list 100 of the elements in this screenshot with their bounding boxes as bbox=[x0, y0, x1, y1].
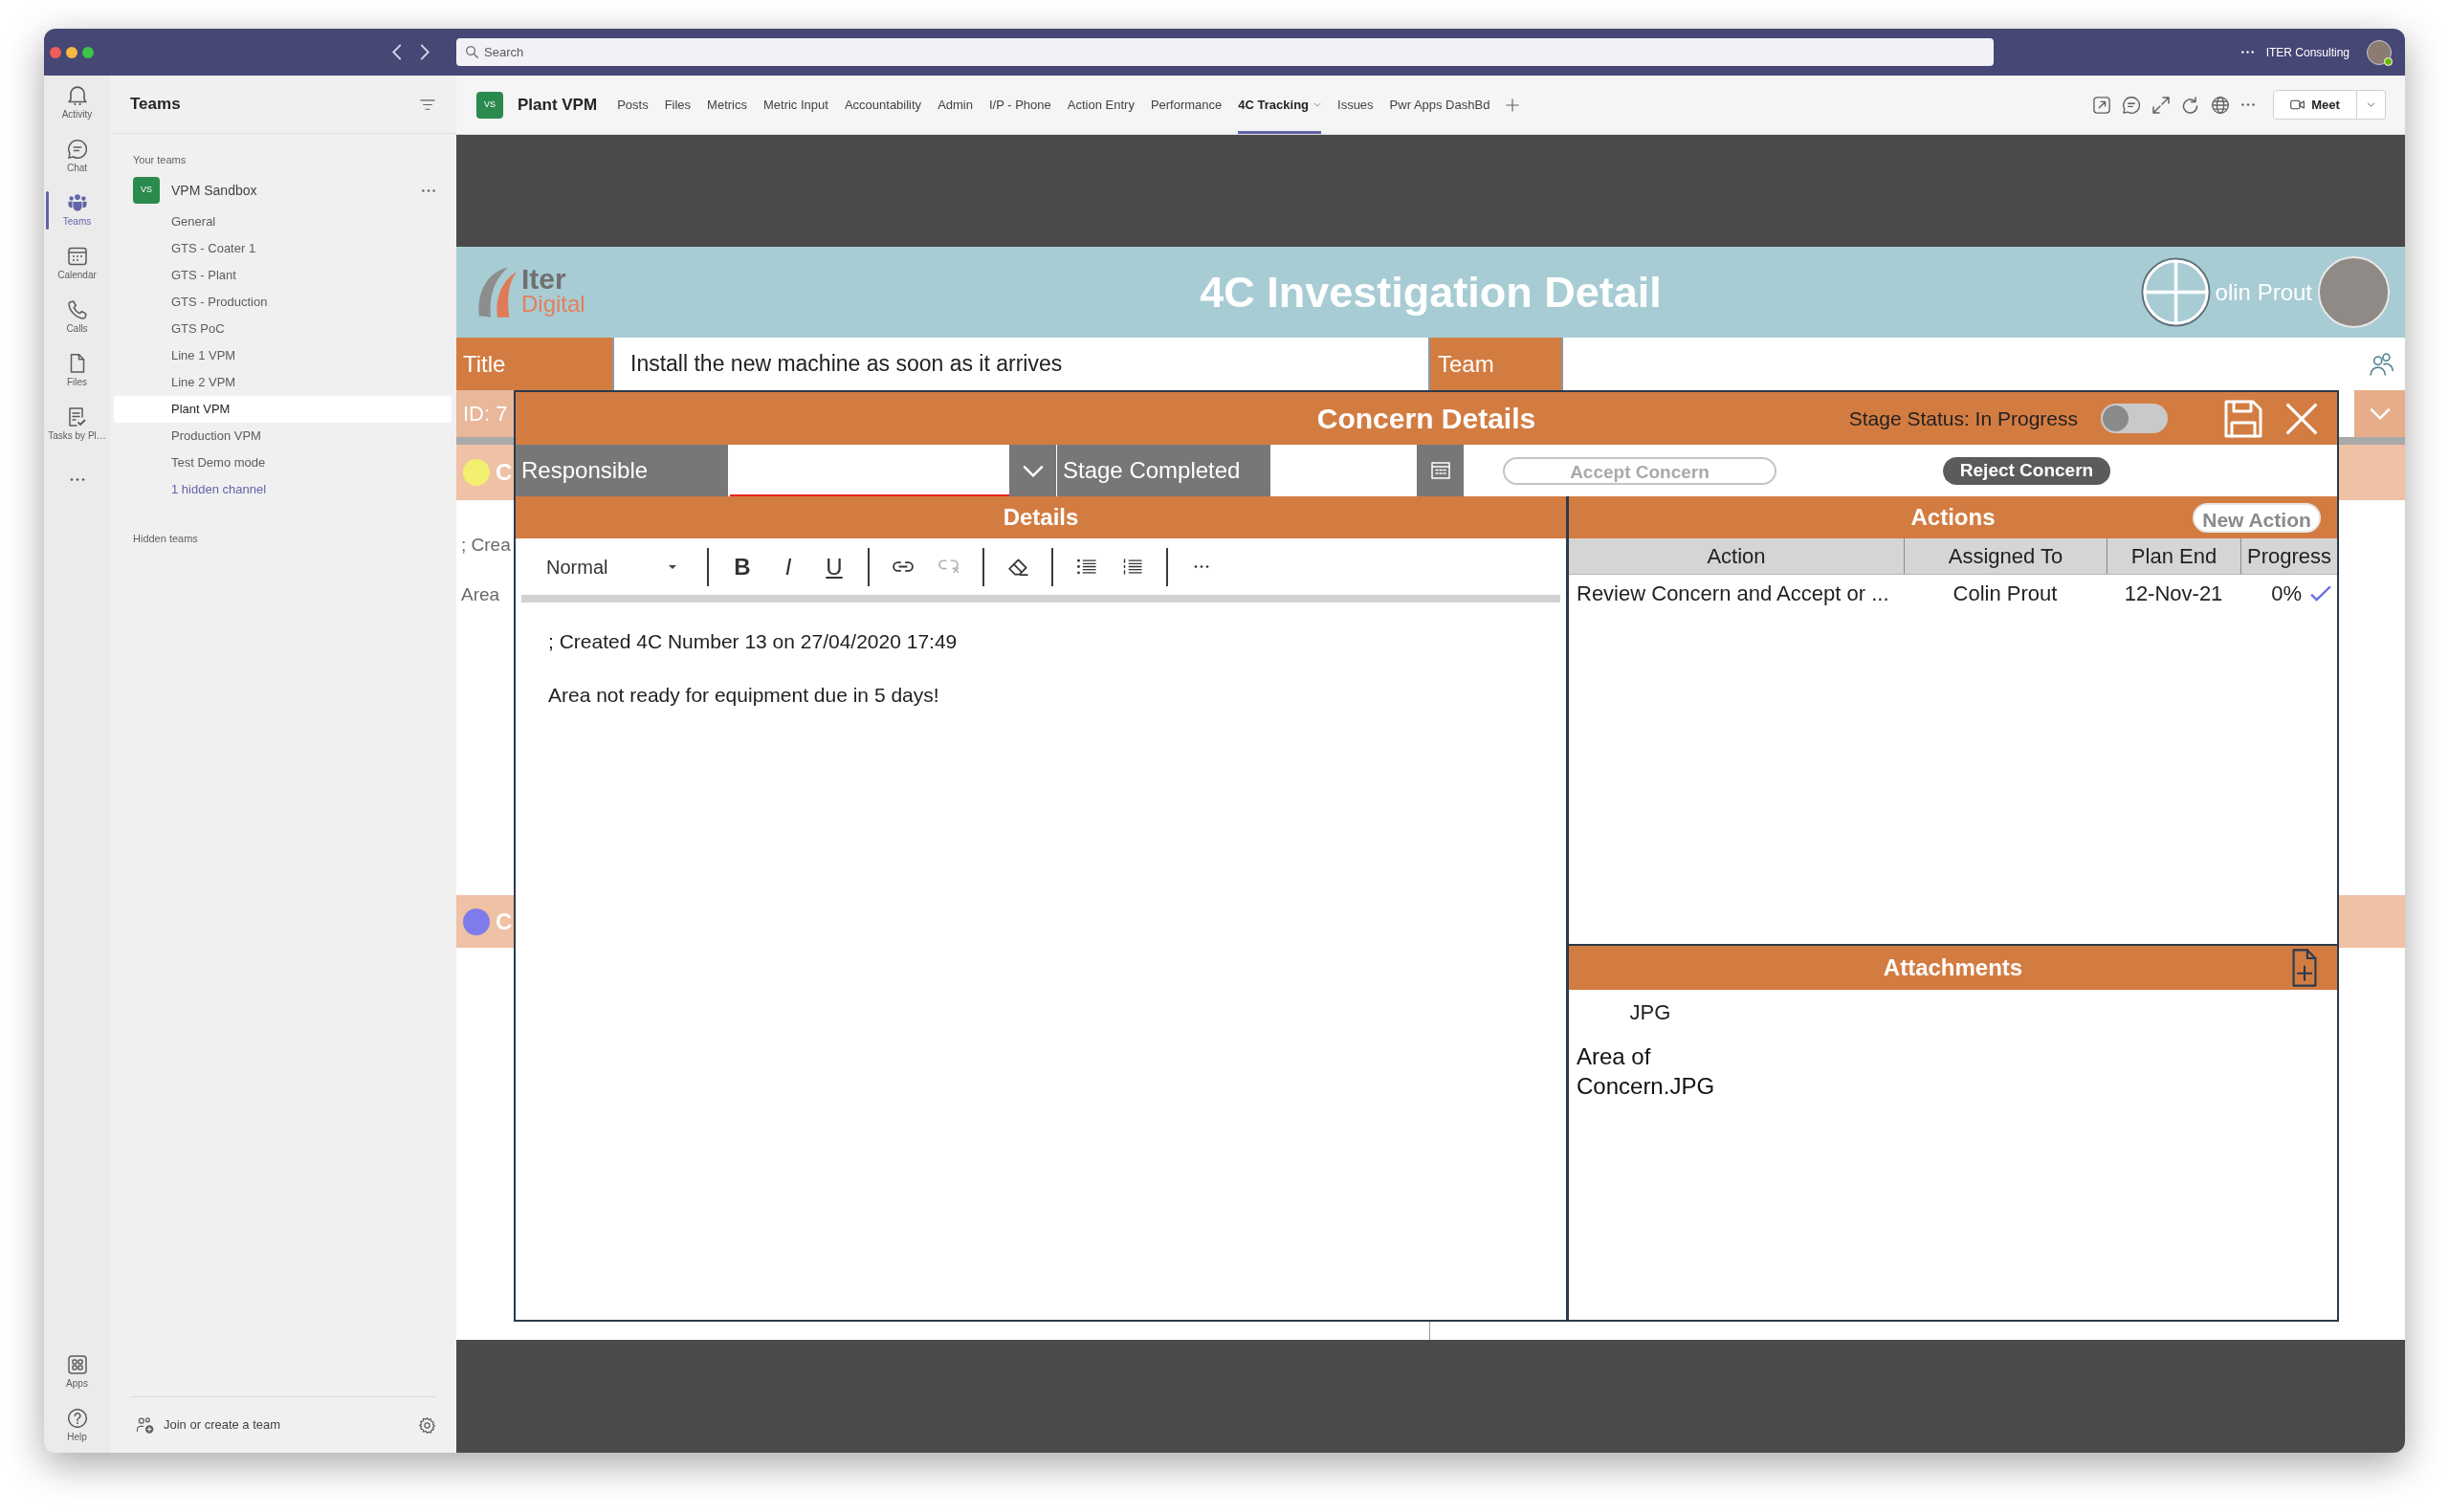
list-row bbox=[2339, 895, 2405, 948]
account-name[interactable]: ITER Consulting bbox=[2265, 43, 2350, 61]
channel-tab[interactable]: Files bbox=[664, 76, 692, 134]
back-icon[interactable] bbox=[392, 44, 402, 60]
more-icon[interactable] bbox=[69, 477, 85, 481]
style-dropdown[interactable]: Normal bbox=[516, 547, 707, 586]
channel-item[interactable]: GTS - Plant bbox=[114, 262, 452, 289]
table-cell-text: Review Concern and Accept or ... bbox=[1576, 581, 1890, 607]
rail-item[interactable]: Files bbox=[44, 344, 110, 398]
channel-item[interactable]: Production VPM bbox=[114, 423, 452, 449]
phone-icon bbox=[67, 300, 87, 319]
page-title: 4C Investigation Detail bbox=[1200, 271, 1662, 314]
save-icon[interactable] bbox=[2224, 399, 2262, 438]
channel-tab[interactable]: Performance bbox=[1150, 76, 1223, 134]
check-icon[interactable] bbox=[2310, 585, 2331, 602]
section-label: Your teams bbox=[132, 153, 188, 167]
channel-item[interactable]: GTS PoC bbox=[114, 316, 452, 342]
help-icon bbox=[67, 1409, 87, 1428]
team-avatar: VS bbox=[133, 177, 160, 204]
logo-text: Iter bbox=[521, 265, 567, 293]
channel-tab[interactable]: Posts bbox=[617, 76, 649, 134]
channel-item[interactable]: GTS - Coater 1 bbox=[114, 235, 452, 262]
more-icon[interactable] bbox=[422, 188, 435, 192]
join-team-button[interactable]: Join or create a team bbox=[137, 1415, 281, 1435]
channel-tab[interactable]: Pwr Apps DashBd bbox=[1389, 76, 1490, 134]
rail-item[interactable]: Teams bbox=[44, 184, 110, 237]
expand-icon[interactable] bbox=[2152, 96, 2170, 114]
table-cell-text: Colin Prout bbox=[1952, 581, 2059, 607]
zoom-window-icon[interactable] bbox=[82, 46, 94, 58]
people-icon bbox=[67, 193, 87, 212]
more-icon[interactable] bbox=[2240, 51, 2254, 54]
user-avatar[interactable] bbox=[2367, 39, 2392, 65]
people-icon[interactable] bbox=[2370, 352, 2394, 376]
team-name[interactable]: VPM Sandbox bbox=[171, 180, 257, 201]
calendar-icon bbox=[67, 247, 87, 266]
format-button[interactable]: B bbox=[719, 547, 765, 586]
globe-icon[interactable] bbox=[2212, 96, 2229, 114]
rail-item[interactable]: Activity bbox=[44, 77, 110, 130]
close-icon[interactable] bbox=[2285, 402, 2318, 435]
channel-item[interactable]: Plant VPM bbox=[114, 396, 452, 423]
format-button[interactable]: U bbox=[811, 547, 857, 586]
channel-item[interactable]: General bbox=[114, 208, 452, 235]
dialog-title: Concern Details bbox=[1316, 402, 1536, 436]
record-id: ID: 7 bbox=[463, 401, 508, 427]
record-note: Area bbox=[460, 583, 501, 606]
column-header: Plan End bbox=[2107, 538, 2240, 574]
dropdown-button[interactable] bbox=[1009, 445, 1056, 496]
channel-tab[interactable]: Issues bbox=[1337, 76, 1374, 134]
refresh-icon[interactable] bbox=[2182, 96, 2199, 114]
panel-title: Details bbox=[1003, 503, 1079, 532]
channel-item[interactable]: Line 1 VPM bbox=[114, 342, 452, 369]
channel-item[interactable]: Line 2 VPM bbox=[114, 369, 452, 396]
channel-tab[interactable]: I/P - Phone bbox=[989, 76, 1051, 134]
chevron-down-icon bbox=[2369, 407, 2391, 420]
caret-icon bbox=[2367, 102, 2375, 107]
status-toggle[interactable] bbox=[2101, 404, 2168, 433]
channel-tab[interactable]: Metrics bbox=[707, 76, 747, 134]
close-window-icon[interactable] bbox=[50, 46, 61, 58]
channel-item[interactable]: GTS - Production bbox=[114, 289, 452, 316]
minimize-window-icon[interactable] bbox=[66, 46, 77, 58]
title-field[interactable]: Install the new machine as soon as it arrives bbox=[614, 338, 1428, 390]
rail-item[interactable]: Tasks by Pl… bbox=[44, 398, 110, 451]
logo-swoosh-icon bbox=[476, 266, 518, 318]
add-file-icon[interactable] bbox=[2291, 949, 2318, 987]
meet-button[interactable]: Meet bbox=[2273, 90, 2357, 120]
more-icon[interactable] bbox=[2241, 103, 2255, 106]
video-camera-icon bbox=[2290, 99, 2306, 110]
channel-tab[interactable]: Admin bbox=[938, 76, 973, 134]
chevron-down-icon bbox=[1022, 464, 1044, 477]
caret-icon bbox=[669, 564, 676, 569]
forward-icon[interactable] bbox=[420, 44, 430, 60]
format-button[interactable]: I bbox=[765, 547, 811, 586]
team-field[interactable] bbox=[1563, 338, 2405, 390]
presence-icon bbox=[2384, 56, 2393, 66]
channel-tab[interactable]: Accountability bbox=[844, 76, 922, 134]
crosshair-icon[interactable] bbox=[2140, 257, 2211, 327]
file-name[interactable]: Area of Concern.JPG bbox=[1577, 1041, 1734, 1101]
search-field[interactable]: Search bbox=[456, 38, 1994, 66]
record-initial: C bbox=[496, 907, 513, 936]
date-picker-button[interactable] bbox=[1417, 445, 1464, 496]
rail-item[interactable]: Calls bbox=[44, 291, 110, 344]
row-separator bbox=[2339, 437, 2405, 445]
user-name: olin Prout bbox=[2215, 277, 2312, 307]
filter-icon[interactable] bbox=[420, 99, 435, 110]
rail-item[interactable]: Calendar bbox=[44, 237, 110, 291]
settings-icon[interactable] bbox=[419, 1416, 435, 1434]
reject-concern-button[interactable]: Reject Concern bbox=[1943, 456, 2110, 485]
field-label: Title bbox=[456, 338, 612, 390]
editor-paragraph: ; Created 4C Number 13 on 27/04/2020 17:49 bbox=[548, 629, 959, 654]
channel-item[interactable]: Test Demo mode bbox=[114, 449, 452, 476]
rail-item[interactable]: Help bbox=[44, 1399, 110, 1453]
channel-tab[interactable]: Metric Input bbox=[763, 76, 828, 134]
popout-icon[interactable] bbox=[2093, 96, 2110, 114]
chat-icon[interactable] bbox=[2123, 96, 2140, 114]
editor-paragraph: Area not ready for equipment due in 5 days! bbox=[548, 683, 940, 708]
hidden-channels-link[interactable]: 1 hidden channel bbox=[171, 480, 267, 499]
channel-tab[interactable]: Action Entry bbox=[1067, 76, 1135, 134]
rail-item[interactable]: Chat bbox=[44, 130, 110, 184]
rail-item[interactable]: Apps bbox=[44, 1346, 110, 1399]
add-people-icon bbox=[137, 1416, 154, 1434]
